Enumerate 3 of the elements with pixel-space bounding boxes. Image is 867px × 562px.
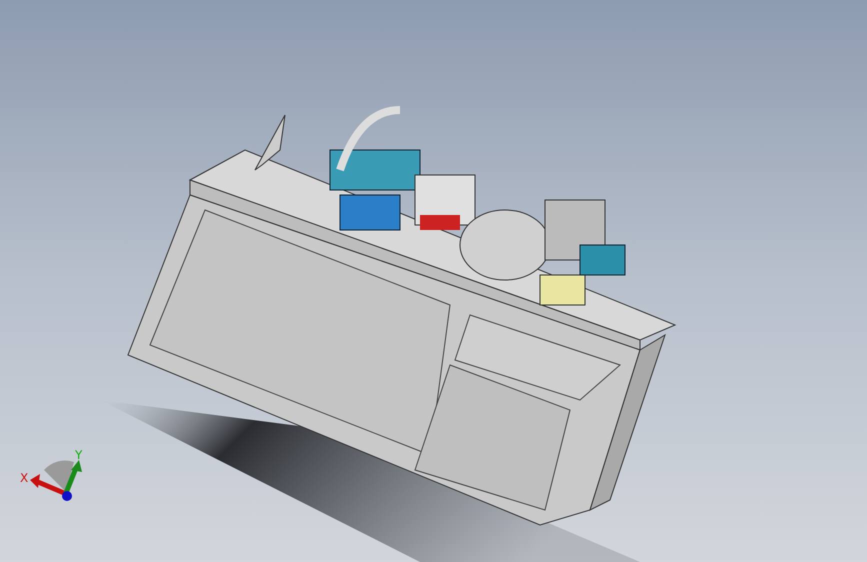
axis-triad-icon xyxy=(30,460,82,501)
x-axis-label: X xyxy=(20,471,28,485)
y-axis-label: Y xyxy=(75,448,82,462)
